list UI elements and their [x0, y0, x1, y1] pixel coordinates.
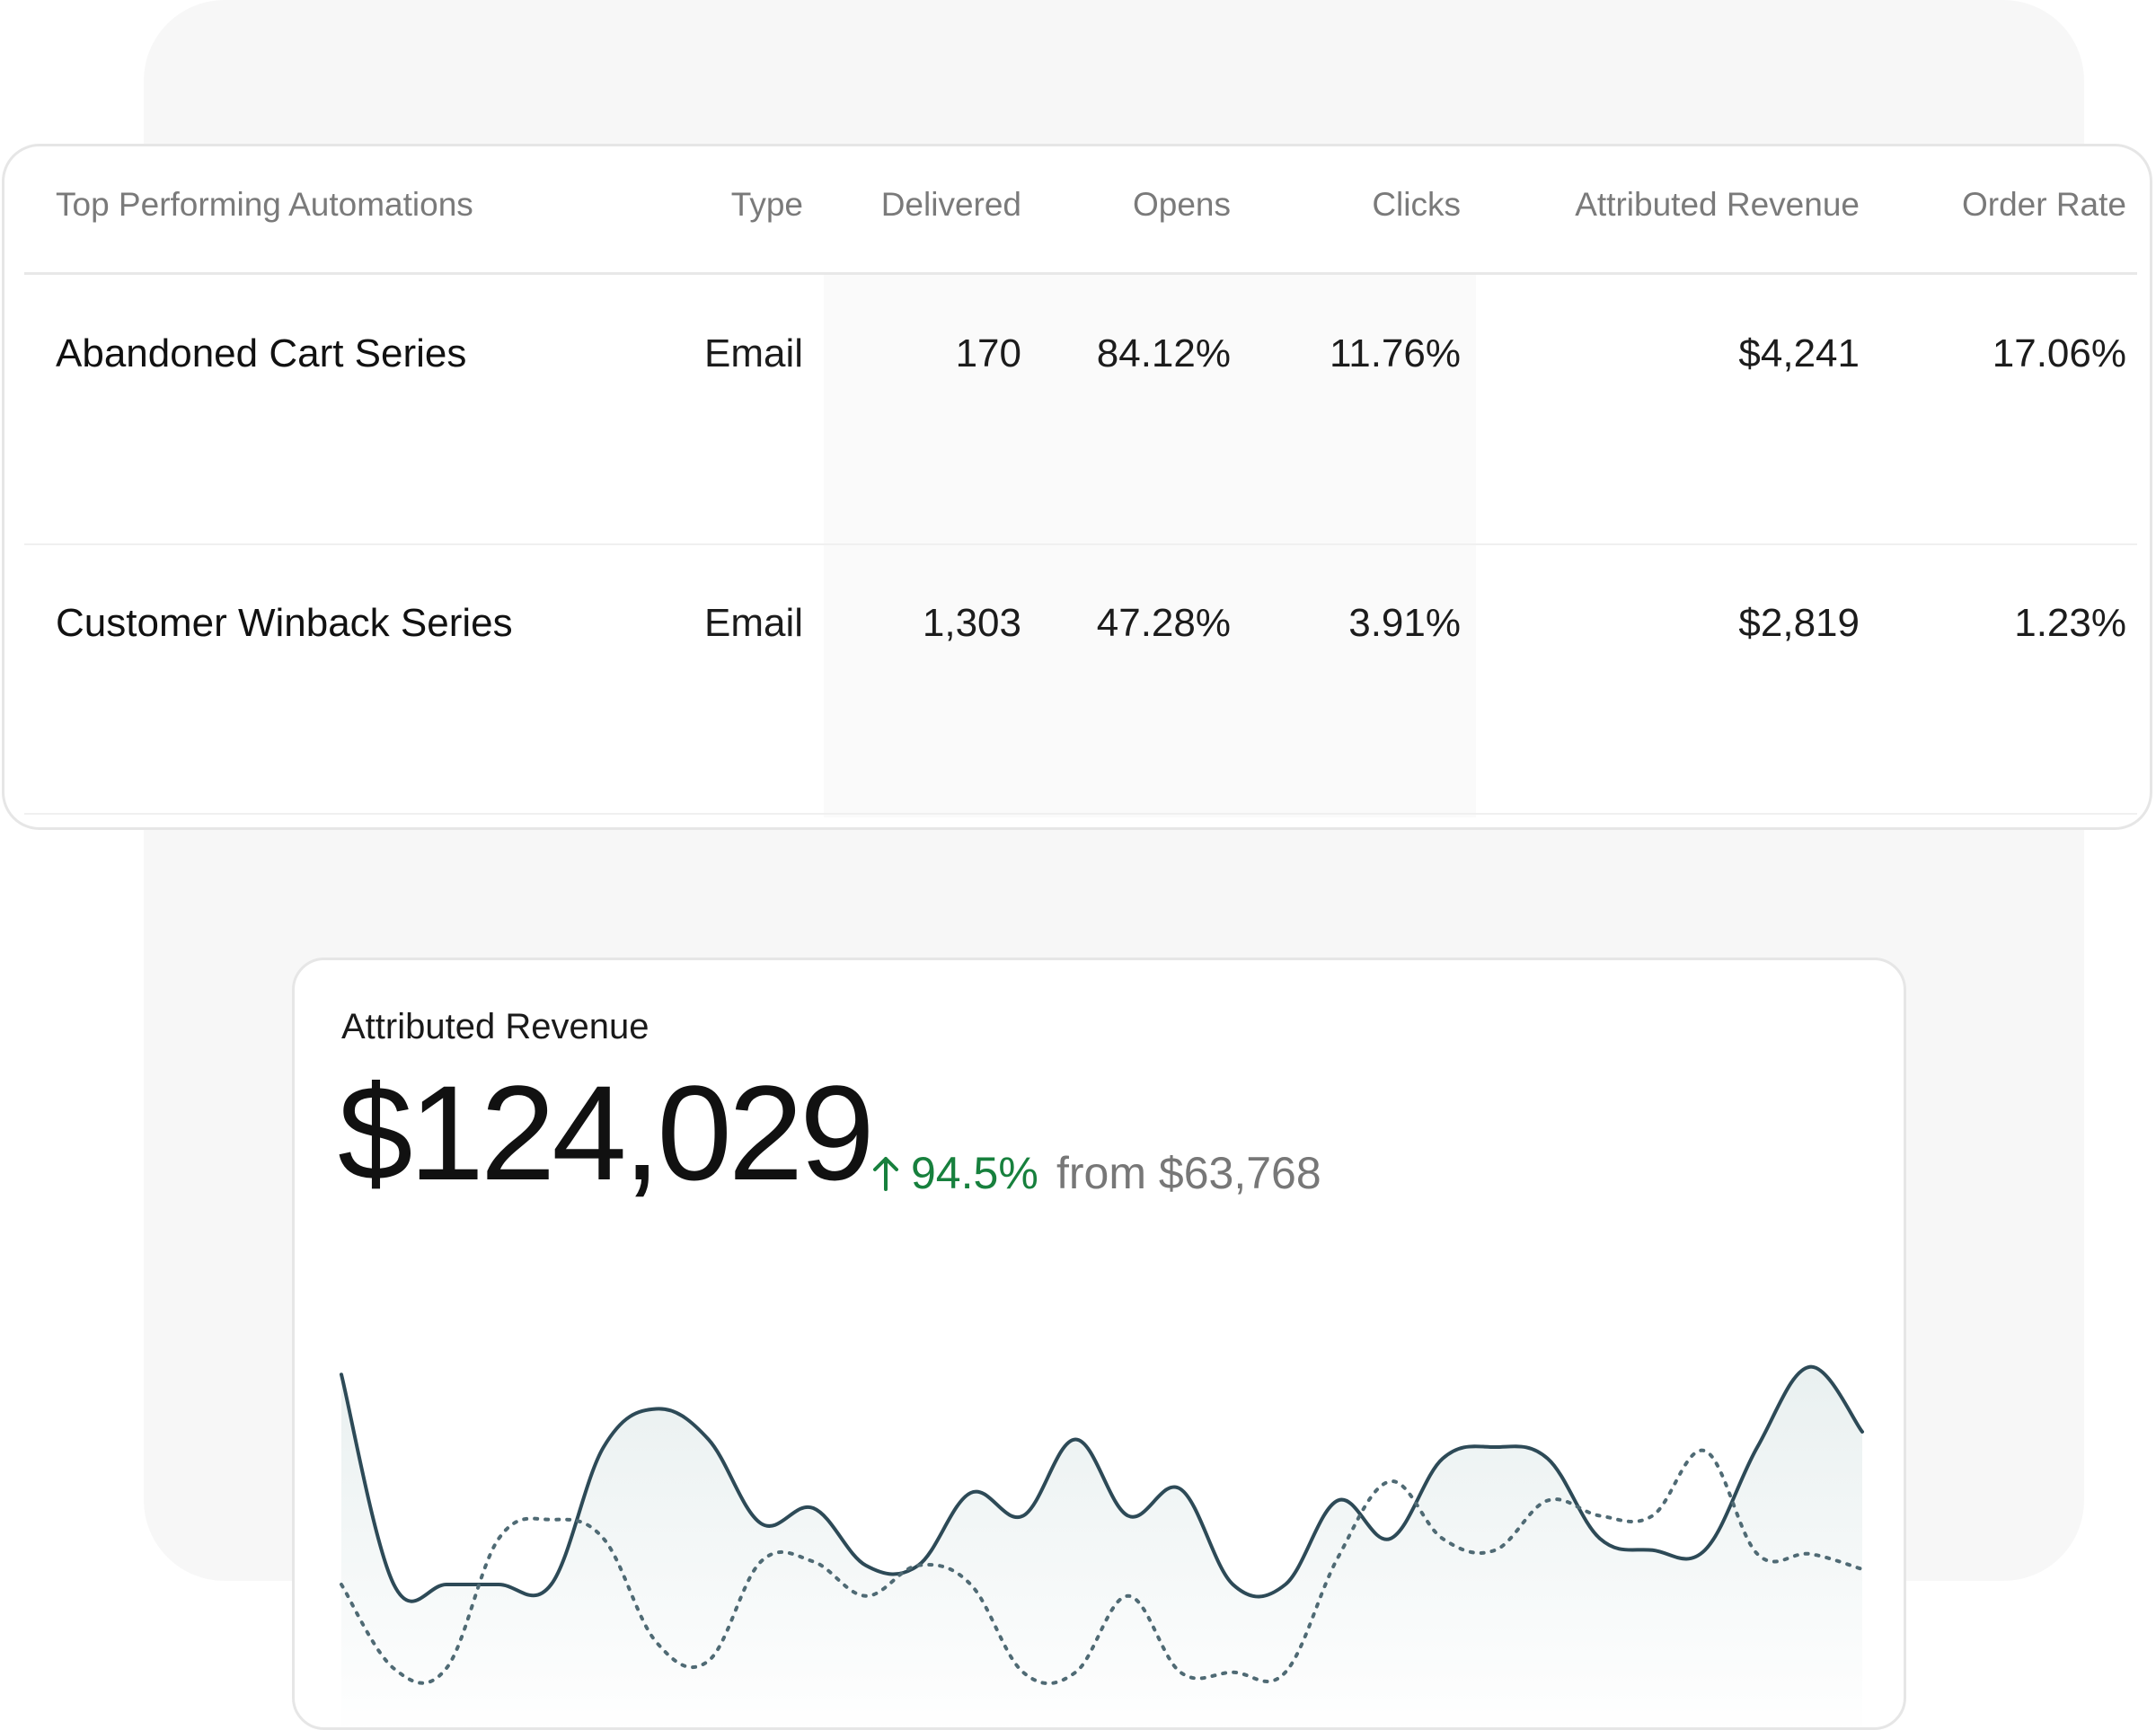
header-order-rate[interactable]: Order Rate — [1962, 186, 2126, 224]
attributed-revenue-card: Attributed Revenue $124,029 94.5% from $… — [292, 958, 1906, 1730]
delivered-cell: 1,303 — [922, 601, 1021, 645]
order-rate-cell: 1.23% — [2014, 601, 2126, 645]
revenue-cell: $4,241 — [1738, 331, 1860, 375]
automation-name[interactable]: Customer Winback Series — [56, 601, 513, 646]
table-row[interactable]: Customer Winback Series Email 1,303 47.2… — [24, 544, 2137, 815]
header-automation[interactable]: Top Performing Automations — [56, 186, 473, 224]
table-header: Top Performing Automations Type Delivere… — [24, 146, 2137, 275]
clicks-cell: 11.76% — [1330, 331, 1461, 375]
type-cell: Email — [703, 331, 803, 375]
table-row[interactable]: Abandoned Cart Series Email 170 84.12% 1… — [24, 275, 2137, 545]
header-delivered[interactable]: Delivered — [881, 186, 1021, 224]
revenue-change-percent: 94.5% — [911, 1148, 1038, 1198]
header-attributed-revenue[interactable]: Attributed Revenue — [1575, 186, 1860, 224]
opens-cell: 47.28% — [1096, 601, 1231, 645]
revenue-card-title: Attributed Revenue — [341, 1007, 649, 1046]
clicks-cell: 3.91% — [1348, 601, 1461, 645]
type-cell: Email — [703, 601, 803, 645]
opens-cell: 84.12% — [1096, 331, 1231, 375]
order-rate-cell: 17.06% — [1992, 331, 2126, 375]
arrow-up-icon — [873, 1157, 898, 1191]
revenue-change-badge: 94.5% — [870, 1147, 1038, 1199]
automation-name[interactable]: Abandoned Cart Series — [56, 331, 466, 376]
header-opens[interactable]: Opens — [1133, 186, 1231, 224]
delivered-cell: 170 — [955, 331, 1021, 375]
revenue-total-value: $124,029 — [338, 1057, 875, 1208]
revenue-previous-value: from $63,768 — [1056, 1148, 1321, 1198]
automations-table-card: Top Performing Automations Type Delivere… — [2, 144, 2152, 830]
revenue-cell: $2,819 — [1738, 601, 1860, 645]
header-clicks[interactable]: Clicks — [1372, 186, 1461, 224]
header-type[interactable]: Type — [731, 186, 803, 224]
